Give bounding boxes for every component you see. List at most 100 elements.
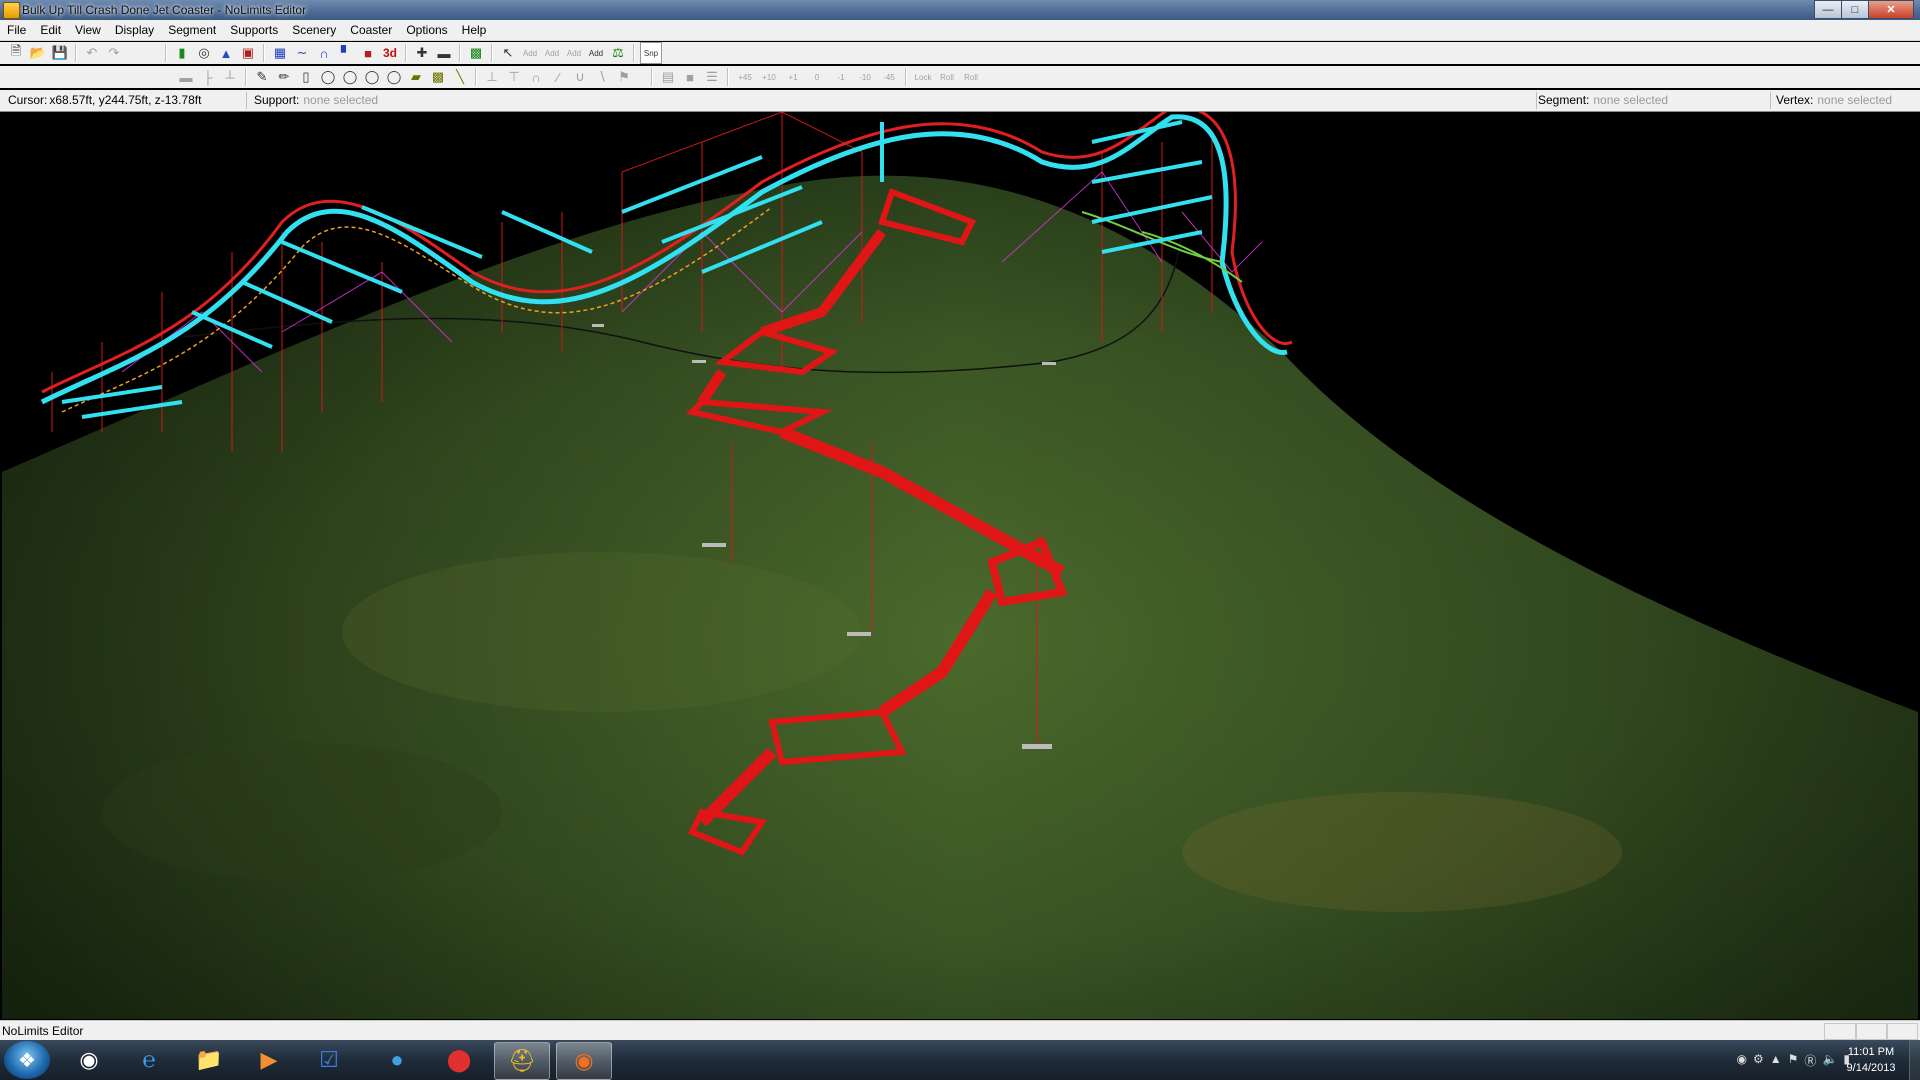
tube-icon[interactable]: ▯ xyxy=(296,67,316,87)
clock[interactable]: 11:01 PM 9/14/2013 xyxy=(1836,1044,1906,1076)
split-tool-icon[interactable]: ├ xyxy=(198,67,218,87)
snap-toggle[interactable]: Snp xyxy=(640,42,662,64)
media-player-icon[interactable]: ▶ xyxy=(242,1042,296,1078)
steam-icon[interactable]: ⚙ xyxy=(1753,1052,1764,1069)
vertex-value: none selected xyxy=(1817,93,1893,107)
nolimits-icon[interactable]: ⛑ xyxy=(494,1042,550,1080)
plate-icon[interactable]: ▰ xyxy=(406,67,426,87)
add-anchor-icon[interactable]: ⚖ xyxy=(608,43,628,63)
close-button[interactable]: ✕ xyxy=(1868,0,1914,19)
menu-view[interactable]: View xyxy=(68,23,108,37)
segment-readout: Segment: none selected xyxy=(1532,92,1771,109)
grid-icon[interactable]: ▦ xyxy=(270,43,290,63)
maximize-button[interactable]: □ xyxy=(1841,0,1869,19)
rel-roll-button[interactable]: Roll xyxy=(960,67,982,87)
tasks-icon[interactable]: ☑ xyxy=(302,1042,356,1078)
cylinder-wide-icon[interactable]: ◯ xyxy=(340,67,360,87)
zoom-out-icon[interactable]: ▬ xyxy=(434,43,454,63)
film-icon[interactable]: ▣ xyxy=(238,43,258,63)
new-file-icon[interactable]: 🗎 xyxy=(6,43,26,63)
add-vertex-icon[interactable]: Add xyxy=(520,43,540,63)
rotate-plus10[interactable]: +10 xyxy=(758,67,780,87)
file-explorer-icon[interactable]: 📁 xyxy=(182,1042,236,1078)
app-icon[interactable] xyxy=(3,2,20,19)
car-icon[interactable]: ■ xyxy=(358,43,378,63)
cursor-value: x68.57ft, y244.75ft, z-13.78ft xyxy=(49,93,202,107)
cursor-label: Cursor: xyxy=(8,93,48,107)
3d-view-icon[interactable]: 3d xyxy=(380,43,400,63)
minimize-button[interactable]: — xyxy=(1814,0,1842,19)
join-tool-icon[interactable]: ┴ xyxy=(220,67,240,87)
pencil-icon[interactable]: ✎ xyxy=(252,67,272,87)
rotate-plus1[interactable]: +1 xyxy=(782,67,804,87)
select-pointer-icon[interactable]: ↖ xyxy=(498,43,518,63)
toolbar-separator xyxy=(245,68,247,86)
nvidia-icon[interactable]: ▲ xyxy=(1770,1052,1782,1069)
toolbar-separator xyxy=(475,68,477,86)
rotate-minus1[interactable]: -1 xyxy=(830,67,852,87)
internet-explorer-icon[interactable]: ℮ xyxy=(122,1042,176,1078)
open-folder-icon[interactable]: 📂 xyxy=(28,43,48,63)
firefox-icon[interactable]: ◉ xyxy=(556,1042,612,1080)
toolbar-separator xyxy=(727,68,729,86)
add-footer-icon[interactable]: Add xyxy=(586,43,606,63)
rotate-minus10[interactable]: -10 xyxy=(854,67,876,87)
menu-edit[interactable]: Edit xyxy=(33,23,68,37)
save-icon[interactable]: 💾 xyxy=(50,43,70,63)
skype-icon[interactable]: Ⓡ xyxy=(1804,1052,1816,1069)
zoom-in-icon[interactable]: ✚ xyxy=(412,43,432,63)
segment-label: Segment: xyxy=(1538,93,1590,107)
3d-viewport[interactable] xyxy=(2,112,1918,1019)
menu-segment[interactable]: Segment xyxy=(161,23,223,37)
beam-tool-icon[interactable]: ▬ xyxy=(176,67,196,87)
menu-help[interactable]: Help xyxy=(455,23,494,37)
add-segment-icon[interactable]: Add xyxy=(542,43,562,63)
square-icon[interactable]: ■ xyxy=(680,67,700,87)
wave-track-icon[interactable]: ∼ xyxy=(292,43,312,63)
cylinder-xl-icon[interactable]: ◯ xyxy=(384,67,404,87)
curve-track-icon[interactable]: ∩ xyxy=(314,43,334,63)
list-icon[interactable]: ▤ xyxy=(658,67,678,87)
main-toolbar: 🗎 📂 💾 ↶ ↷ ▮ ◎ ▲ ▣ ▦ ∼ ∩ ▘ ■ 3d ✚ ▬ ▩ ↖ A… xyxy=(0,42,1920,64)
toolbar-separator xyxy=(165,44,167,62)
terrain-icon[interactable]: ▩ xyxy=(466,43,486,63)
ruler-icon[interactable]: ╲ xyxy=(450,67,470,87)
rotate-minus45[interactable]: -45 xyxy=(878,67,900,87)
menu-file[interactable]: File xyxy=(0,23,33,37)
menu-scenery[interactable]: Scenery xyxy=(285,23,343,37)
globe-icon[interactable]: ◎ xyxy=(194,43,214,63)
tray-app-icon[interactable]: ◉ xyxy=(1737,1052,1747,1069)
menu-supports[interactable]: Supports xyxy=(223,23,285,37)
test-ride-icon[interactable]: ▮ xyxy=(172,43,192,63)
rotate-plus45[interactable]: +45 xyxy=(734,67,756,87)
blue-orb-icon[interactable]: ● xyxy=(370,1042,424,1078)
cylinder-large-icon[interactable]: ◯ xyxy=(362,67,382,87)
add-support-icon[interactable]: Add xyxy=(564,43,584,63)
hp-icon[interactable]: ◉ xyxy=(62,1042,116,1078)
box-icon[interactable]: ▩ xyxy=(428,67,448,87)
lock-roll-button[interactable]: Lock xyxy=(912,67,934,87)
rotate-zero[interactable]: 0 xyxy=(806,67,828,87)
cylinder-icon[interactable]: ◯ xyxy=(318,67,338,87)
train-icon[interactable]: ▘ xyxy=(336,43,356,63)
menu-options[interactable]: Options xyxy=(399,23,454,37)
menu-coaster[interactable]: Coaster xyxy=(343,23,399,37)
flag-icon[interactable]: ⚑ xyxy=(1788,1052,1799,1069)
show-desktop-button[interactable] xyxy=(1909,1040,1920,1080)
align-icon[interactable]: ☰ xyxy=(702,67,722,87)
redo-icon[interactable]: ↷ xyxy=(104,43,124,63)
node-flag-icon[interactable]: ⚑ xyxy=(614,67,634,87)
edit-beam-icon[interactable]: ✏ xyxy=(274,67,294,87)
red-app-icon[interactable]: ⬤ xyxy=(432,1042,486,1078)
menu-display[interactable]: Display xyxy=(108,23,161,37)
node-up-icon[interactable]: ⊤ xyxy=(504,67,524,87)
node-slant-icon[interactable]: ∕ xyxy=(548,67,568,87)
undo-icon[interactable]: ↶ xyxy=(82,43,102,63)
triangle-tool-icon[interactable]: ▲ xyxy=(216,43,236,63)
start-button[interactable]: ❖ xyxy=(4,1041,50,1079)
free-node-icon[interactable]: ⊥ xyxy=(482,67,502,87)
node-arch-icon[interactable]: ∩ xyxy=(526,67,546,87)
node-lean-icon[interactable]: ∖ xyxy=(592,67,612,87)
node-bend-icon[interactable]: ∪ xyxy=(570,67,590,87)
con-roll-button[interactable]: Roll xyxy=(936,67,958,87)
